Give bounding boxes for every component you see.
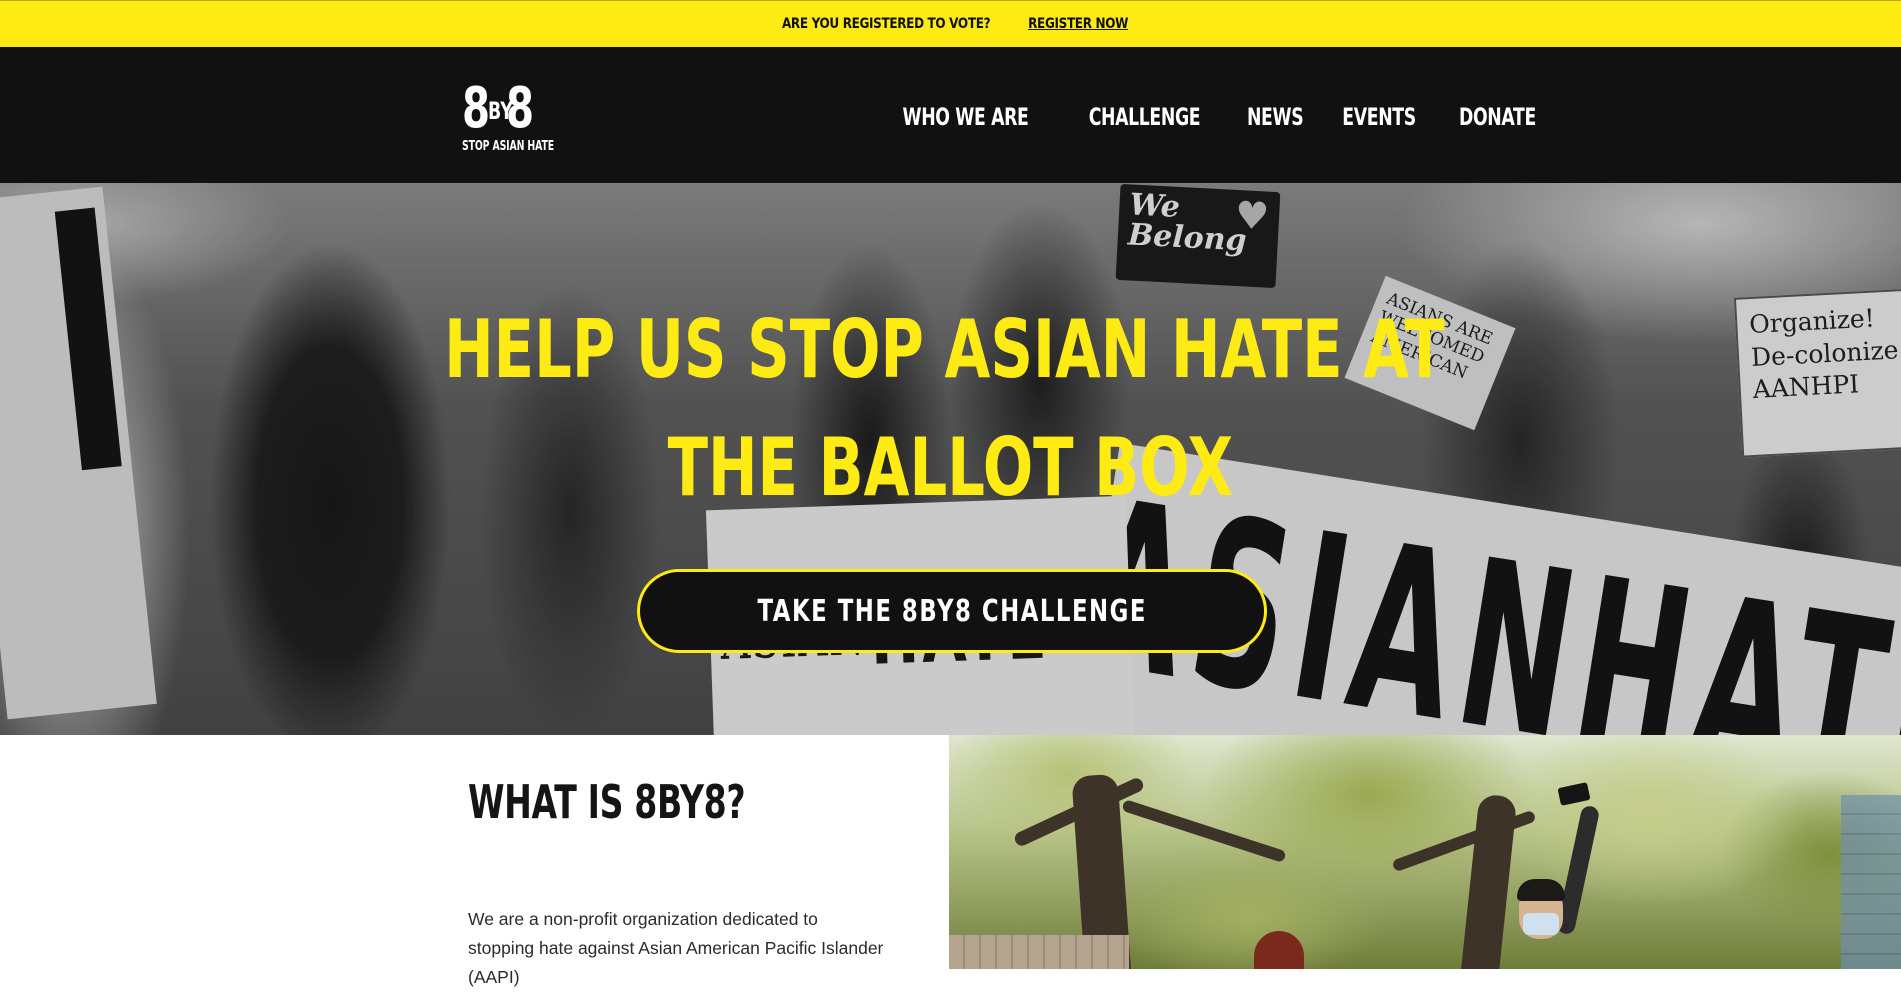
hero-section: We Belong ♥ ASIANS ARE WELCOMED AMERICAN… [0,183,1901,735]
nav-news[interactable]: NEWS [1247,103,1304,131]
hero-heading: HELP US STOP ASIAN HATE AT THE BALLOT BO… [247,291,1654,527]
logo-number-right: 8 [506,76,534,141]
roof [949,935,1129,969]
main-nav: WHO WE ARE CHALLENGE NEWS EVENTS DONATE [864,103,1551,131]
hero-heading-line1: HELP US STOP ASIAN HATE AT [444,303,1445,396]
announcement-banner: ARE YOU REGISTERED TO VOTE? REGISTER NOW [0,0,1901,47]
rally-photo [949,735,1901,969]
face-mask [1523,913,1559,935]
register-now-link[interactable]: REGISTER NOW [1028,16,1128,32]
site-logo[interactable]: 8 BY 8 STOP ASIAN HATE [462,79,562,155]
about-body: We are a non-profit organization dedicat… [468,909,884,987]
phone-icon [1557,782,1591,806]
nav-who-we-are[interactable]: WHO WE ARE [902,103,1028,131]
nav-events[interactable]: EVENTS [1342,103,1416,131]
person-with-phone [1499,782,1619,969]
person-red-hair [1254,931,1304,969]
take-challenge-label: TAKE THE 8BY8 CHALLENGE [757,593,1147,629]
about-section: WHAT IS 8BY8? We are a non-profit organi… [0,735,949,987]
building [1841,795,1901,969]
about-title: WHAT IS 8BY8? [468,775,746,829]
logo-number-left: 8 [462,76,490,141]
nav-challenge[interactable]: CHALLENGE [1089,103,1201,131]
logo-tagline: STOP ASIAN HATE [462,139,554,154]
hero-heading-line2: THE BALLOT BOX [667,421,1234,514]
register-question: ARE YOU REGISTERED TO VOTE? [782,16,991,32]
take-challenge-button[interactable]: TAKE THE 8BY8 CHALLENGE [637,569,1267,653]
nav-donate[interactable]: DONATE [1459,103,1536,131]
tree-branch [1391,809,1537,873]
site-header: 8 BY 8 STOP ASIAN HATE WHO WE ARE CHALLE… [0,47,1901,183]
person-hair [1517,879,1565,901]
tree-branch [1121,799,1287,863]
